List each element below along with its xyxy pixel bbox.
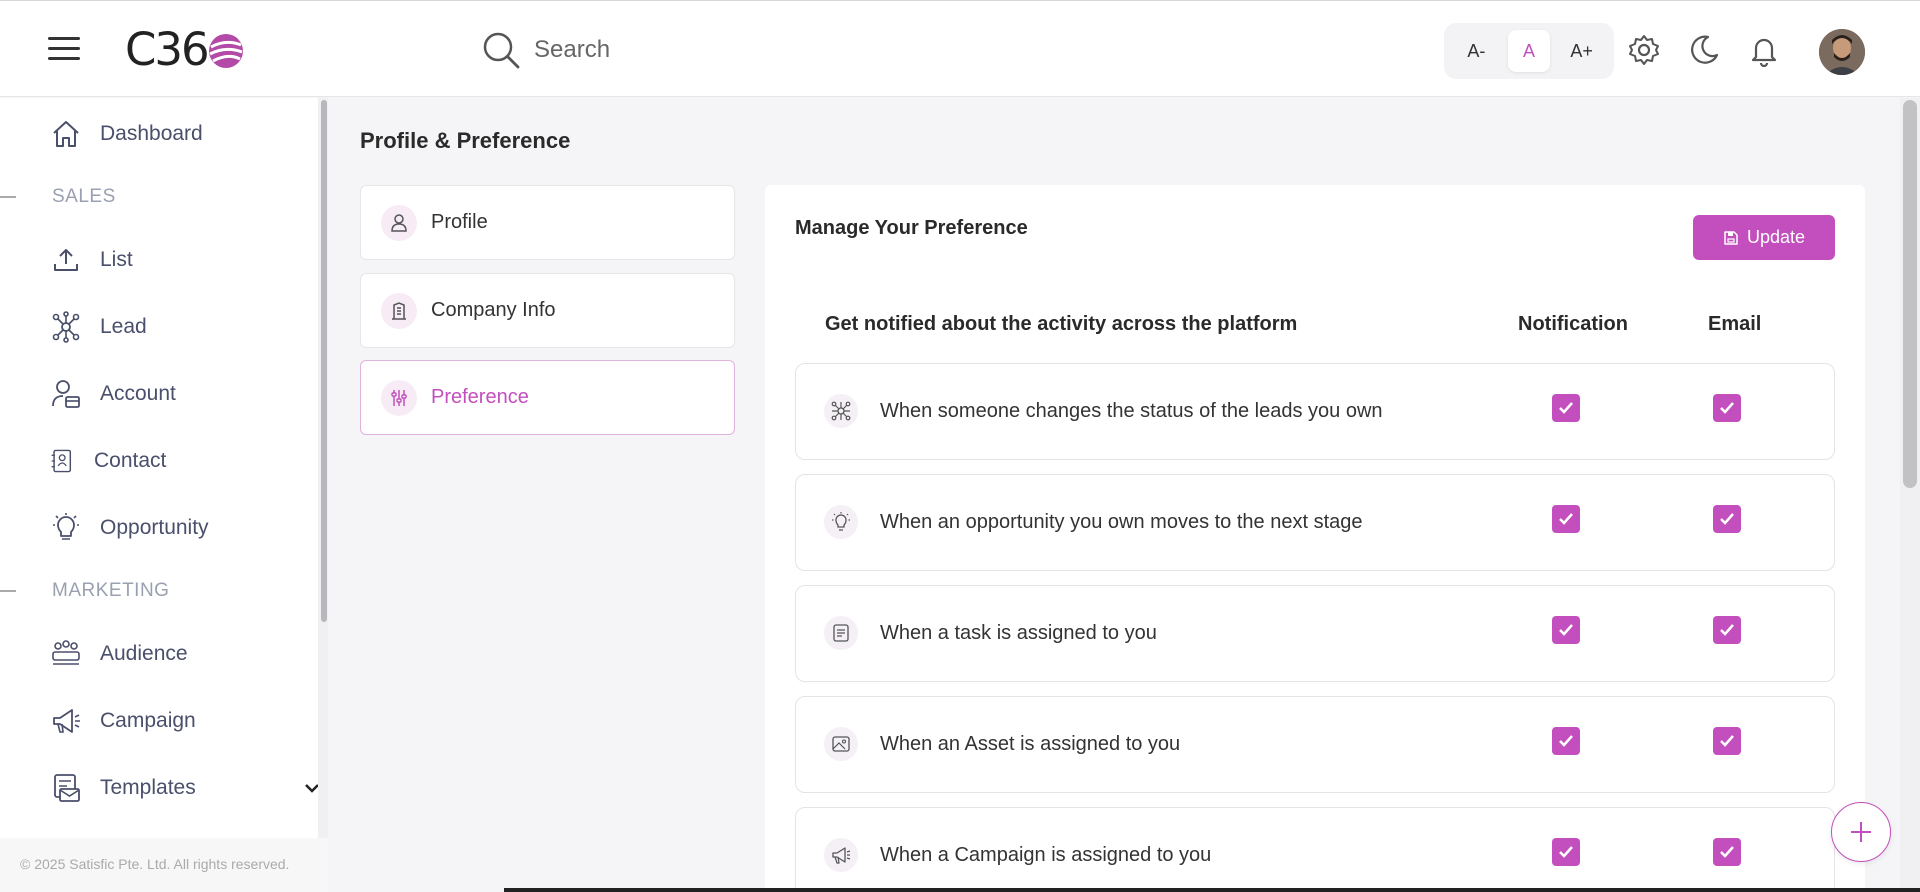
lightbulb-icon: [832, 512, 850, 531]
update-button[interactable]: Update: [1693, 215, 1835, 260]
sidebar-item-templates[interactable]: Templates: [50, 772, 319, 804]
section-label: SALES: [52, 186, 116, 207]
update-label: Update: [1746, 227, 1806, 247]
table-header-notification: Notification: [1518, 313, 1628, 335]
sidebar-item-contact[interactable]: Contact: [50, 445, 166, 477]
main-scrollbar[interactable]: [1900, 98, 1920, 892]
megaphone-icon: [53, 709, 80, 733]
search-input[interactable]: [534, 36, 834, 64]
font-decrease-button[interactable]: A-: [1455, 30, 1497, 72]
sidebar-item-lead[interactable]: Lead: [50, 311, 147, 343]
tab-label: Preference: [431, 386, 529, 408]
notification-checkbox[interactable]: [1552, 394, 1580, 422]
font-increase-button[interactable]: A+: [1561, 30, 1603, 72]
upload-icon: [54, 249, 78, 271]
sliders-icon: [391, 389, 407, 406]
preference-row-text: When an opportunity you own moves to the…: [880, 511, 1363, 533]
megaphone-icon: [832, 847, 851, 864]
email-checkbox[interactable]: [1713, 394, 1741, 422]
preference-row-text: When someone changes the status of the l…: [880, 400, 1383, 422]
preference-row: When a Campaign is assigned to you: [795, 807, 1835, 892]
table-header-activity: Get notified about the activity across t…: [825, 313, 1298, 335]
table-header-email: Email: [1708, 313, 1762, 335]
copyright-text: © 2025 Satisfic Pte. Ltd. All rights res…: [0, 838, 328, 892]
notification-checkbox[interactable]: [1552, 505, 1580, 533]
sidebar-item-label: Audience: [100, 642, 188, 665]
home-icon: [53, 121, 79, 147]
tab-label: Profile: [431, 211, 488, 233]
sidebar-item-label: Account: [100, 382, 176, 405]
lightbulb-icon: [53, 513, 79, 540]
search-bar: [480, 29, 834, 71]
preference-row-text: When a task is assigned to you: [880, 622, 1157, 644]
email-checkbox[interactable]: [1713, 727, 1741, 755]
panel-title: Manage Your Preference: [795, 217, 1028, 239]
bell-icon[interactable]: [1747, 33, 1781, 67]
notification-checkbox[interactable]: [1552, 727, 1580, 755]
plus-icon: [1851, 822, 1871, 842]
sidebar-item-label: Contact: [94, 449, 167, 472]
email-checkbox[interactable]: [1713, 616, 1741, 644]
preference-row-text: When a Campaign is assigned to you: [880, 844, 1212, 866]
user-building-icon: [52, 380, 80, 408]
page-title: Profile & Preference: [360, 128, 571, 153]
save-icon: [1724, 230, 1738, 245]
preference-row: When someone changes the status of the l…: [795, 363, 1835, 460]
preference-panel: Manage Your Preference Update Get notifi…: [765, 185, 1865, 892]
gear-icon[interactable]: [1627, 33, 1661, 67]
sidebar-item-label: Opportunity: [100, 516, 209, 539]
tab-profile[interactable]: Profile: [360, 185, 735, 260]
sidebar-item-label: Campaign: [100, 709, 196, 732]
image-icon: [832, 736, 850, 752]
section-label: MARKETING: [52, 580, 170, 601]
sidebar-item-list[interactable]: List: [50, 244, 133, 276]
top-header: C36 A- A A+: [0, 0, 1920, 97]
sidebar-item-label: Templates: [100, 776, 196, 799]
sidebar-item-account[interactable]: Account: [50, 378, 176, 410]
sidebar-section-marketing: MARKETING: [0, 580, 169, 602]
sidebar-item-audience[interactable]: Audience: [50, 638, 188, 670]
bottom-edge: [504, 888, 1920, 892]
sidebar-section-sales: SALES: [0, 186, 116, 208]
group-icon: [52, 640, 80, 665]
mail-template-icon: [54, 774, 80, 802]
sidebar-item-opportunity[interactable]: Opportunity: [50, 512, 209, 544]
sidebar-item-label: Dashboard: [100, 122, 203, 145]
user-icon: [391, 213, 407, 232]
email-checkbox[interactable]: [1713, 838, 1741, 866]
user-avatar[interactable]: [1819, 29, 1865, 75]
logo[interactable]: C36: [125, 21, 246, 77]
contact-card-icon: [51, 449, 72, 473]
building-icon: [392, 301, 406, 320]
preference-row: When a task is assigned to you: [795, 585, 1835, 682]
font-size-switcher: A- A A+: [1444, 23, 1614, 79]
sidebar-item-campaign[interactable]: Campaign: [50, 705, 196, 737]
tab-preference[interactable]: Preference: [360, 360, 735, 435]
add-button[interactable]: [1831, 802, 1891, 862]
email-checkbox[interactable]: [1713, 505, 1741, 533]
sidebar: Dashboard SALES List Lead Account Contac…: [0, 98, 319, 892]
preference-row: When an opportunity you own moves to the…: [795, 474, 1835, 571]
sidebar-scrollbar[interactable]: [318, 98, 328, 892]
tab-company-info[interactable]: Company Info: [360, 273, 735, 348]
moon-icon[interactable]: [1687, 33, 1721, 67]
logo-globe-icon: [208, 34, 243, 68]
sidebar-item-label: List: [100, 248, 133, 271]
sidebar-item-label: Lead: [100, 315, 147, 338]
logo-text: C36: [125, 22, 210, 76]
font-default-button[interactable]: A: [1507, 30, 1550, 72]
network-icon: [52, 311, 80, 343]
network-icon: [831, 401, 851, 421]
search-icon[interactable]: [480, 29, 522, 71]
sidebar-item-dashboard[interactable]: Dashboard: [50, 118, 203, 150]
preference-row: When an Asset is assigned to you: [795, 696, 1835, 793]
notification-checkbox[interactable]: [1552, 616, 1580, 644]
tab-label: Company Info: [431, 299, 556, 321]
task-list-icon: [833, 624, 849, 642]
notification-checkbox[interactable]: [1552, 838, 1580, 866]
preference-row-text: When an Asset is assigned to you: [880, 733, 1181, 755]
menu-icon[interactable]: [48, 37, 80, 63]
